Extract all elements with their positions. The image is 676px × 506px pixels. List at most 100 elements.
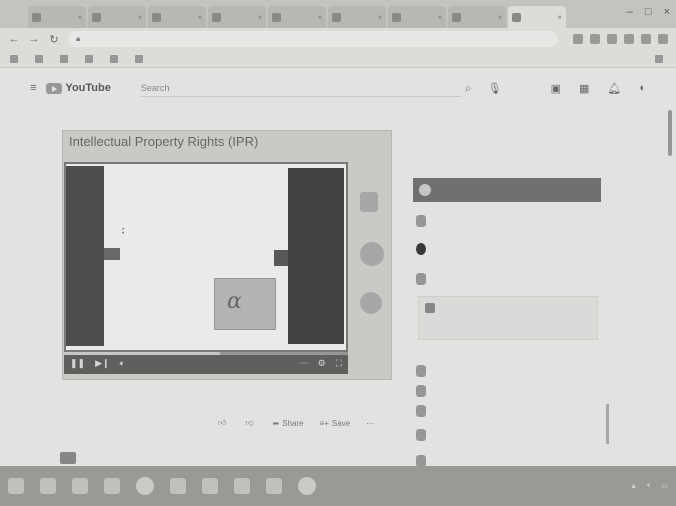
bookmark-item[interactable] (10, 54, 21, 63)
bookmark-favicon-icon (10, 54, 18, 63)
youtube-logo[interactable]: YouTube (46, 82, 111, 94)
bookmark-item[interactable] (135, 54, 146, 63)
playlist-item[interactable] (416, 364, 596, 377)
slide-left-panel (66, 166, 104, 346)
maximize-icon[interactable]: □ (645, 6, 652, 18)
network-icon[interactable]: ▲ (630, 483, 637, 490)
playlist-item[interactable] (416, 428, 596, 441)
youtube-header: ≡ YouTube Search ⌕ 🎙︎ ▣ ▦ 🔔︎ ◐ (0, 68, 676, 108)
chrome-icon[interactable] (298, 477, 316, 495)
dislike-button[interactable]: 👎︎ (245, 418, 256, 428)
close-window-icon[interactable]: × (664, 6, 670, 18)
close-icon[interactable]: × (257, 13, 262, 22)
battery-icon[interactable]: ▭ (661, 482, 668, 490)
slide-side-icons (350, 192, 388, 332)
fullscreen-icon[interactable]: ⛶ (336, 358, 342, 369)
bookmark-item[interactable] (60, 54, 71, 63)
playlist-item[interactable] (416, 404, 596, 417)
playlist-item[interactable] (416, 272, 596, 285)
playlist-item-active[interactable] (413, 178, 601, 202)
extension-icon[interactable] (590, 34, 600, 44)
tab-favicon-icon (32, 12, 41, 22)
system-tray: ▲ 🔈︎ ▭ (630, 482, 668, 490)
progress-bar[interactable] (64, 352, 348, 355)
tab-favicon-icon (212, 12, 221, 22)
forward-icon[interactable]: → (28, 33, 40, 45)
close-icon[interactable]: × (497, 13, 502, 22)
close-icon[interactable]: × (557, 13, 562, 22)
share-button[interactable]: ➦ Share (273, 419, 304, 428)
taskbar-app-icon[interactable] (136, 477, 154, 495)
reload-icon[interactable]: ↻ (48, 33, 60, 46)
playlist-item[interactable] (416, 214, 596, 227)
bookmark-item[interactable] (85, 54, 96, 63)
browser-tab[interactable]: × (28, 6, 86, 28)
slide-right-panel (288, 168, 344, 344)
close-icon[interactable]: × (137, 13, 142, 22)
start-icon[interactable] (8, 478, 24, 494)
next-icon[interactable]: ▶❙ (95, 358, 109, 369)
page-scrollbar[interactable] (668, 110, 672, 156)
bookmark-item[interactable] (655, 54, 666, 63)
extension-icon[interactable] (624, 34, 634, 44)
play-pause-icon[interactable]: ❚❚ (70, 358, 85, 369)
close-icon[interactable]: × (437, 13, 442, 22)
browser-tab[interactable]: × (448, 6, 506, 28)
gear-icon (360, 292, 382, 314)
extension-icon[interactable] (607, 34, 617, 44)
create-video-icon[interactable]: ▣ (551, 82, 561, 95)
microphone-icon[interactable]: 🎙︎ (488, 82, 502, 95)
browser-tab-active[interactable]: × (508, 6, 566, 28)
channel-avatar[interactable] (60, 452, 76, 464)
playing-icon (419, 184, 431, 196)
playlist-scrollbar[interactable] (606, 404, 609, 444)
browser-tab[interactable]: × (148, 6, 206, 28)
document-icon (425, 303, 435, 313)
search-input[interactable]: Search (140, 79, 461, 97)
close-icon[interactable]: × (197, 13, 202, 22)
tab-favicon-icon (92, 12, 101, 22)
playlist-card[interactable] (418, 296, 598, 340)
profile-icon[interactable] (658, 34, 668, 44)
extension-icon[interactable] (573, 34, 583, 44)
like-button[interactable]: 👍︎ (218, 418, 229, 428)
taskbar-app-icon[interactable] (104, 478, 120, 494)
taskbar-app-icon[interactable] (202, 478, 218, 494)
browser-tab[interactable]: × (268, 6, 326, 28)
minimize-icon[interactable]: – (627, 6, 633, 18)
lock-icon: 🔒︎ (76, 34, 81, 43)
taskbar-app-icon[interactable] (170, 478, 186, 494)
taskbar-app-icon[interactable] (72, 478, 88, 494)
back-icon[interactable]: ← (8, 33, 20, 45)
more-icon[interactable]: ⋯ (366, 419, 374, 428)
close-icon[interactable]: × (77, 13, 82, 22)
browser-tab[interactable]: × (208, 6, 266, 28)
bookmark-item[interactable] (35, 54, 46, 63)
progress-fill (64, 352, 221, 355)
url-input[interactable]: 🔒︎ (68, 31, 558, 47)
taskbar-app-icon[interactable] (266, 478, 282, 494)
bookmark-favicon-icon (35, 54, 43, 63)
volume-icon[interactable]: 🔈︎ (647, 482, 651, 490)
close-icon[interactable]: × (377, 13, 382, 22)
bookmark-item[interactable] (110, 54, 121, 63)
playlist-item[interactable] (416, 384, 596, 397)
browser-tab[interactable]: × (388, 6, 446, 28)
playlist-item[interactable] (416, 242, 596, 255)
extension-icon[interactable] (641, 34, 651, 44)
volume-icon[interactable]: 🔈︎ (120, 358, 125, 369)
menu-icon[interactable]: ≡ (30, 82, 36, 94)
settings-icon[interactable]: ⚙︎ (318, 358, 326, 369)
bookmark-favicon-icon (135, 54, 143, 63)
close-icon[interactable]: × (317, 13, 322, 22)
account-icon[interactable]: ◐ (639, 82, 646, 95)
notifications-icon[interactable]: 🔔︎ (607, 82, 621, 95)
taskbar-app-icon[interactable] (234, 478, 250, 494)
search-icon[interactable]: ⌕ (465, 81, 472, 96)
browser-tab[interactable]: × (88, 6, 146, 28)
save-button[interactable]: ≡+ Save (320, 419, 351, 428)
browser-tab[interactable]: × (328, 6, 386, 28)
taskbar-app-icon[interactable] (40, 478, 56, 494)
apps-icon[interactable]: ▦ (579, 82, 589, 95)
tab-favicon-icon (452, 12, 461, 22)
